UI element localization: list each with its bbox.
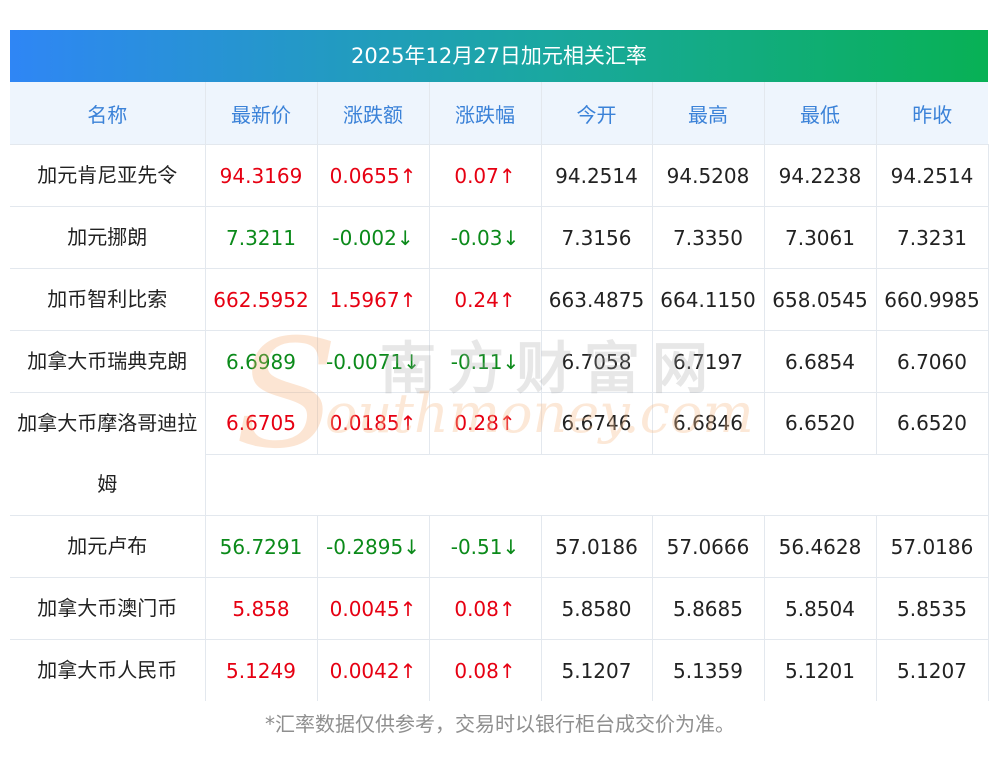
high-price: 664.1150 bbox=[652, 268, 765, 331]
header-row: 名称 最新价 涨跌额 涨跌幅 今开 最高 最低 昨收 bbox=[10, 82, 988, 145]
low-price: 6.6520 bbox=[764, 392, 877, 454]
change-amount: 0.0045↑ bbox=[317, 577, 430, 640]
currency-name: 加元肯尼亚先令 bbox=[10, 144, 206, 207]
high-price: 6.6846 bbox=[652, 392, 765, 454]
open-price: 6.7058 bbox=[541, 330, 653, 393]
low-price: 5.8504 bbox=[764, 577, 877, 640]
table-row: 加拿大币瑞典克朗 6.6989 -0.0071↓ -0.11↓ 6.7058 6… bbox=[10, 330, 989, 393]
table-row: 加元卢布 56.7291 -0.2895↓ -0.51↓ 57.0186 57.… bbox=[10, 515, 989, 578]
latest-price: 94.3169 bbox=[205, 144, 318, 207]
open-price: 5.1207 bbox=[541, 639, 653, 701]
table-row: 加拿大币摩洛哥迪拉姆 6.6705 0.0185↑ 0.28↑ 6.6746 6… bbox=[10, 392, 989, 516]
low-price: 7.3061 bbox=[764, 206, 877, 269]
rate-table-container: 2025年12月27日加元相关汇率 名称 最新价 涨跌额 涨跌幅 今开 最高 最… bbox=[10, 30, 989, 701]
high-price: 6.7197 bbox=[652, 330, 765, 393]
prev-close: 6.7060 bbox=[876, 330, 989, 393]
header-open: 今开 bbox=[541, 82, 653, 145]
currency-name: 加元挪朗 bbox=[10, 206, 206, 269]
latest-price: 6.6705 bbox=[205, 392, 318, 454]
low-price: 94.2238 bbox=[764, 144, 877, 207]
change-amount: -0.0071↓ bbox=[317, 330, 430, 393]
prev-close: 6.6520 bbox=[876, 392, 989, 454]
header-prev-close: 昨收 bbox=[876, 82, 988, 145]
prev-close: 57.0186 bbox=[876, 515, 989, 578]
high-price: 5.8685 bbox=[652, 577, 765, 640]
low-price: 56.4628 bbox=[764, 515, 877, 578]
change-percent: 0.08↑ bbox=[429, 577, 542, 640]
change-percent: -0.03↓ bbox=[429, 206, 542, 269]
empty-cell bbox=[205, 453, 989, 516]
change-percent: -0.51↓ bbox=[429, 515, 542, 578]
currency-name: 加币智利比索 bbox=[10, 268, 206, 331]
latest-price: 6.6989 bbox=[205, 330, 318, 393]
currency-name: 加拿大币澳门币 bbox=[10, 577, 206, 640]
exchange-rate-table: 名称 最新价 涨跌额 涨跌幅 今开 最高 最低 昨收 加元肯尼亚先令 94.31… bbox=[10, 82, 989, 701]
change-percent: 0.28↑ bbox=[429, 392, 542, 454]
change-amount: 0.0185↑ bbox=[317, 392, 430, 454]
table-row: 加元肯尼亚先令 94.3169 0.0655↑ 0.07↑ 94.2514 94… bbox=[10, 144, 989, 207]
prev-close: 7.3231 bbox=[876, 206, 989, 269]
disclaimer-footnote: *汇率数据仅供参考，交易时以银行柜台成交价为准。 bbox=[265, 712, 735, 736]
prev-close: 5.1207 bbox=[876, 639, 989, 701]
header-name: 名称 bbox=[10, 82, 206, 145]
currency-name: 加拿大币人民币 bbox=[10, 639, 206, 701]
open-price: 6.6746 bbox=[541, 392, 653, 454]
latest-price: 5.1249 bbox=[205, 639, 318, 701]
low-price: 6.6854 bbox=[764, 330, 877, 393]
latest-price: 56.7291 bbox=[205, 515, 318, 578]
latest-price: 5.858 bbox=[205, 577, 318, 640]
prev-close: 5.8535 bbox=[876, 577, 989, 640]
high-price: 57.0666 bbox=[652, 515, 765, 578]
currency-name: 加拿大币瑞典克朗 bbox=[10, 330, 206, 393]
header-high: 最高 bbox=[652, 82, 765, 145]
change-percent: 0.07↑ bbox=[429, 144, 542, 207]
low-price: 658.0545 bbox=[764, 268, 877, 331]
open-price: 94.2514 bbox=[541, 144, 653, 207]
header-change-pct: 涨跌幅 bbox=[429, 82, 542, 145]
high-price: 5.1359 bbox=[652, 639, 765, 701]
change-amount: -0.002↓ bbox=[317, 206, 430, 269]
table-row: 加拿大币澳门币 5.858 0.0045↑ 0.08↑ 5.8580 5.868… bbox=[10, 577, 989, 640]
high-price: 94.5208 bbox=[652, 144, 765, 207]
change-percent: 0.24↑ bbox=[429, 268, 542, 331]
change-amount: 0.0042↑ bbox=[317, 639, 430, 701]
prev-close: 660.9985 bbox=[876, 268, 989, 331]
low-price: 5.1201 bbox=[764, 639, 877, 701]
open-price: 663.4875 bbox=[541, 268, 653, 331]
header-low: 最低 bbox=[764, 82, 877, 145]
open-price: 7.3156 bbox=[541, 206, 653, 269]
latest-price: 662.5952 bbox=[205, 268, 318, 331]
table-row: 加元挪朗 7.3211 -0.002↓ -0.03↓ 7.3156 7.3350… bbox=[10, 206, 989, 269]
open-price: 5.8580 bbox=[541, 577, 653, 640]
change-amount: -0.2895↓ bbox=[317, 515, 430, 578]
prev-close: 94.2514 bbox=[876, 144, 989, 207]
change-amount: 0.0655↑ bbox=[317, 144, 430, 207]
open-price: 57.0186 bbox=[541, 515, 653, 578]
high-price: 7.3350 bbox=[652, 206, 765, 269]
table-title: 2025年12月27日加元相关汇率 bbox=[10, 30, 988, 82]
change-percent: 0.08↑ bbox=[429, 639, 542, 701]
latest-price: 7.3211 bbox=[205, 206, 318, 269]
table-row: 加拿大币人民币 5.1249 0.0042↑ 0.08↑ 5.1207 5.13… bbox=[10, 639, 989, 701]
header-change: 涨跌额 bbox=[317, 82, 430, 145]
change-amount: 1.5967↑ bbox=[317, 268, 430, 331]
header-latest: 最新价 bbox=[205, 82, 318, 145]
currency-name: 加元卢布 bbox=[10, 515, 206, 578]
change-percent: -0.11↓ bbox=[429, 330, 542, 393]
table-row: 加币智利比索 662.5952 1.5967↑ 0.24↑ 663.4875 6… bbox=[10, 268, 989, 331]
currency-name: 加拿大币摩洛哥迪拉姆 bbox=[10, 392, 206, 516]
